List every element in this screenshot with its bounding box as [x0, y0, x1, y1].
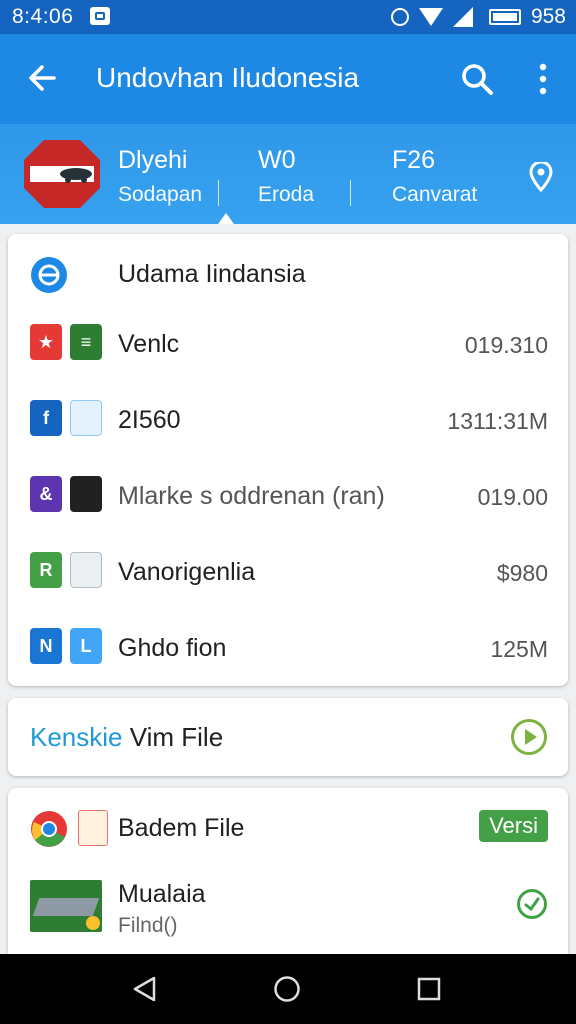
list-item[interactable]: f 2I560 1311:31M [8, 382, 568, 458]
list-item-value: 019.310 [464, 332, 548, 358]
notification-icon [90, 7, 110, 25]
app-green-icon: R [30, 552, 62, 588]
app-n-icon: N [30, 628, 62, 664]
list-item-name: Venlc [118, 330, 180, 358]
list-item-name: 2I560 [118, 406, 181, 434]
list-item[interactable]: Mualaia Filnd() [8, 868, 568, 954]
summary-header: Dlyehi Sodapan W0 Eroda F26 Canvarat [0, 124, 576, 224]
search-icon[interactable] [460, 62, 494, 96]
list-heading: Udama Iindansia [118, 260, 306, 288]
list-item-value: 1311:31M [447, 408, 548, 434]
stat-1-label: Sodapan [118, 183, 203, 206]
calendar-icon [70, 400, 102, 436]
chrome-icon [31, 811, 67, 847]
signal-icon [452, 7, 473, 27]
stat-3-label: Canvarat [392, 183, 478, 206]
check-clock-icon[interactable] [516, 888, 548, 920]
stat-2-label: Eroda [258, 183, 315, 206]
stat-divider [218, 180, 219, 206]
page-title: Undovhan Iludonesia [96, 62, 360, 93]
app-logo [24, 140, 100, 208]
list-item-value: 125M [490, 636, 548, 662]
stat-1: Dlyehi Sodapan [118, 146, 202, 207]
nav-recents-icon[interactable] [414, 974, 444, 1004]
list-item-name: Mlarke s oddrenan (ran) [118, 482, 385, 510]
file-card-label: Kenskie Vim File [30, 722, 223, 753]
list-header-row: Udama Iindansia [8, 234, 568, 310]
more-vert-icon[interactable] [530, 62, 556, 96]
stat-3-value: F26 [392, 146, 436, 174]
list-item-subtitle: Filnd() [118, 914, 178, 937]
battery-level: 958 [530, 5, 566, 28]
file-card-label-rest: Vim File [122, 722, 224, 752]
sheets-icon: ≡ [70, 324, 102, 360]
battery-icon [488, 9, 521, 25]
list-item[interactable]: & Mlarke s oddrenan (ran) 019.00 [8, 458, 568, 534]
list-item[interactable]: Badem File Versi [8, 788, 568, 868]
app-red-icon: ★ [30, 324, 62, 360]
list-item-name: Ghdo fion [118, 634, 227, 662]
list-item[interactable]: ★ ≡ Venlc 019.310 [8, 306, 568, 382]
app-icons: N L [30, 628, 102, 668]
play-icon[interactable] [510, 718, 548, 756]
app-icons: f [30, 400, 102, 440]
app-blue-icon: L [70, 628, 102, 664]
nav-home-icon[interactable] [272, 974, 302, 1004]
calendar-icon [78, 810, 108, 846]
stat-2: W0 Eroda [258, 146, 314, 207]
status-icons: 958 [390, 5, 566, 29]
globe-icon [31, 257, 67, 293]
app-purple-icon: & [30, 476, 62, 512]
location-pin-icon[interactable] [528, 162, 554, 192]
app-icons: ★ ≡ [30, 324, 102, 364]
list-item-value: $980 [496, 560, 548, 586]
app-list-card: Udama Iindansia ★ ≡ Venlc 019.310 f 2I56… [8, 234, 568, 686]
stat-2-value: W0 [258, 146, 296, 174]
status-time: 8:4:06 [12, 5, 74, 28]
wifi-icon [418, 8, 443, 26]
nav-back-icon[interactable] [130, 974, 160, 1004]
app-bar: Undovhan Iludonesia [0, 34, 576, 124]
list-item-name: Badem File [118, 814, 245, 842]
selected-tab-caret [218, 213, 234, 224]
status-bar: 8:4:06 958 [0, 0, 576, 34]
list-item-name: Vanorigenlia [118, 558, 256, 586]
system-nav-bar [0, 954, 576, 1024]
stat-divider [350, 180, 351, 206]
phone-icon [70, 476, 102, 512]
bag-icon [70, 552, 102, 588]
app-icons: & [30, 476, 102, 516]
list-item[interactable]: N L Ghdo fion 125M [8, 610, 568, 686]
file-card[interactable]: Kenskie Vim File [8, 698, 568, 776]
list-item-value: 019.00 [477, 484, 548, 510]
facebook-icon: f [30, 400, 62, 436]
app-icons: R [30, 552, 102, 592]
file-card-label-prefix: Kenskie [30, 722, 123, 752]
back-arrow-icon[interactable] [24, 60, 60, 96]
alarm-icon [390, 8, 409, 26]
stat-1-value: Dlyehi [118, 146, 188, 174]
list-item-name: Mualaia [118, 880, 206, 908]
thumbnail-image [30, 880, 102, 932]
list-item[interactable]: R Vanorigenlia $980 [8, 534, 568, 610]
stat-3: F26 Canvarat [392, 146, 477, 207]
status-badge[interactable]: Versi [479, 810, 548, 842]
bottom-card: Badem File Versi Mualaia Filnd() [8, 788, 568, 954]
